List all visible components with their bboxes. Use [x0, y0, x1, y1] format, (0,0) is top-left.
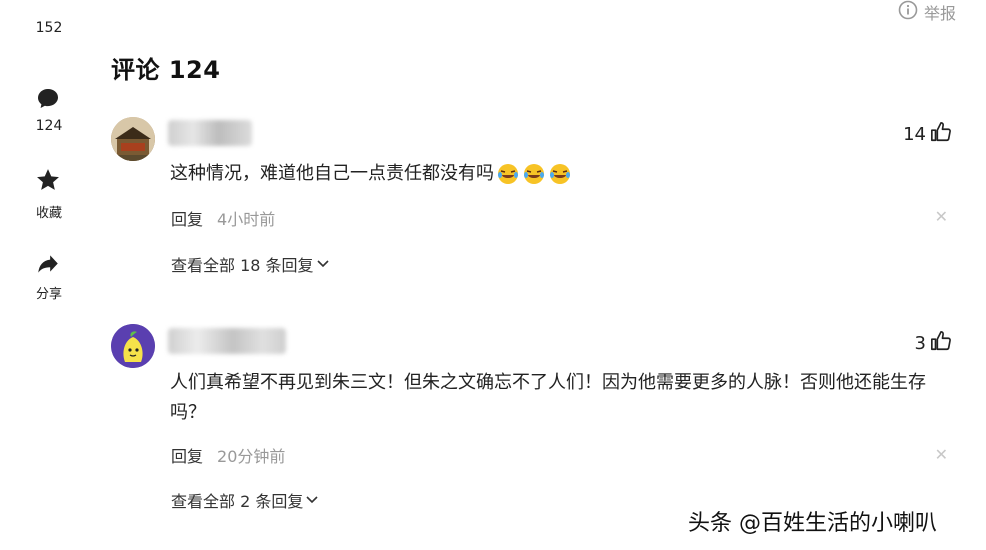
- like-count: 3: [914, 333, 926, 354]
- like-button[interactable]: 3: [915, 330, 952, 357]
- avatar[interactable]: [111, 324, 155, 368]
- thumb-up-icon: [930, 121, 952, 148]
- share-label[interactable]: 分享: [19, 283, 79, 302]
- close-icon[interactable]: ✕: [935, 207, 948, 226]
- like-count: 152: [35, 20, 63, 36]
- chevron-down-icon: [305, 491, 319, 510]
- laughing-crying-emoji-icon: [496, 162, 572, 186]
- thumb-up-icon: [930, 330, 952, 357]
- expand-replies-button[interactable]: 查看全部 2 条回复: [171, 488, 319, 512]
- comment-text: 人们真希望不再见到朱三文！但朱之文确忘不了人们！因为他需要更多的人脉！否则他还能…: [170, 372, 926, 423]
- star-icon[interactable]: [34, 166, 62, 194]
- comment-time: 20分钟前: [217, 447, 286, 466]
- like-button[interactable]: 14: [903, 121, 952, 148]
- avatar[interactable]: [111, 117, 155, 161]
- comment-text-body: 这种情况，难道他自己一点责任都没有吗: [170, 163, 494, 184]
- expand-replies-label: 查看全部 2 条回复: [171, 492, 304, 511]
- comment-bubble-icon[interactable]: [34, 85, 62, 113]
- comment-count: 124: [35, 118, 63, 134]
- reply-button[interactable]: 回复: [171, 206, 203, 230]
- share-arrow-icon[interactable]: [34, 250, 62, 278]
- username-redacted[interactable]: [168, 328, 286, 354]
- comment-meta: 回复 20分钟前: [171, 443, 285, 467]
- expand-replies-button[interactable]: 查看全部 18 条回复: [171, 252, 330, 276]
- info-circle-icon: [898, 0, 918, 24]
- report-button[interactable]: 举报: [898, 0, 956, 24]
- comment-time: 4小时前: [217, 210, 276, 229]
- expand-replies-label: 查看全部 18 条回复: [171, 256, 314, 275]
- favorite-label[interactable]: 收藏: [19, 202, 79, 221]
- close-icon[interactable]: ✕: [935, 445, 948, 464]
- comment-text: 这种情况，难道他自己一点责任都没有吗: [170, 159, 572, 189]
- like-count: 14: [903, 124, 926, 145]
- watermark: 头条 @百姓生活的小喇叭: [688, 511, 937, 536]
- reply-button[interactable]: 回复: [171, 443, 203, 467]
- username-redacted[interactable]: [168, 120, 252, 146]
- comment-meta: 回复 4小时前: [171, 206, 275, 230]
- report-label: 举报: [923, 4, 956, 23]
- chevron-down-icon: [316, 255, 330, 274]
- page-title: 评论 124: [111, 56, 221, 84]
